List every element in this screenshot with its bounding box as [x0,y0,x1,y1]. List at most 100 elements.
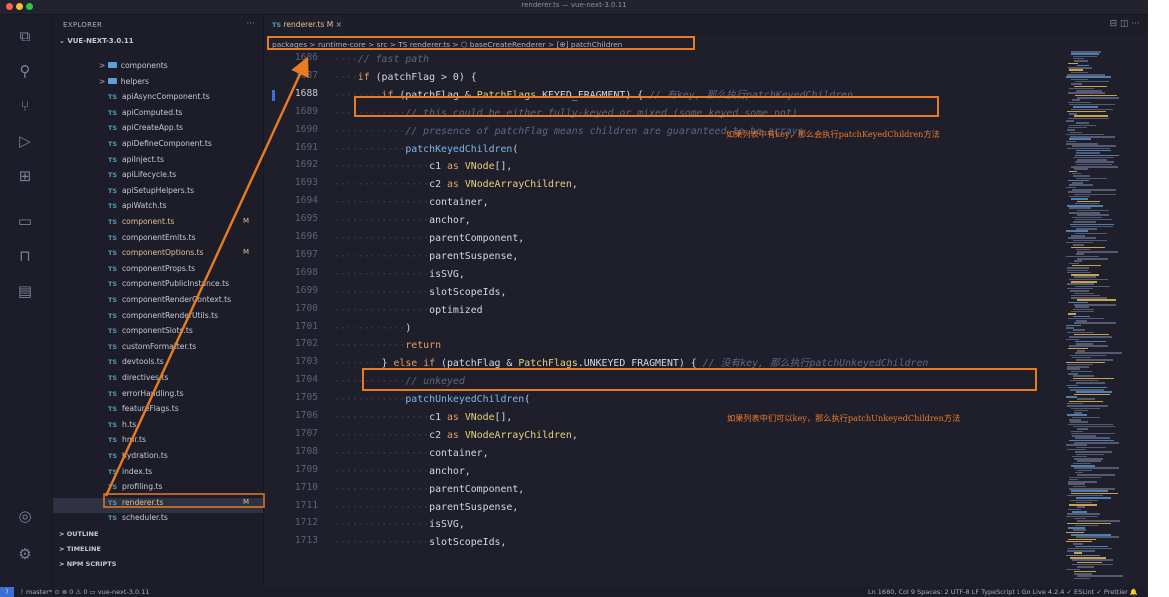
code-line[interactable]: ················optimized [334,302,483,319]
bookmarks-icon[interactable]: ⊓ [14,245,36,267]
tree-file[interactable]: TS apiCreateApp.ts [53,123,263,139]
tree-file[interactable]: TS featureFlags.ts [53,404,263,420]
code-line[interactable]: ················slotScopeIds, [334,534,506,551]
tree-file[interactable]: TS apiDefineComponent.ts [53,139,263,155]
tree-file[interactable]: TS devtools.ts [53,357,263,373]
tree-file[interactable]: TS apiLifecycle.ts [53,170,263,186]
tree-file[interactable]: TS apiComputed.ts [53,108,263,124]
timeline-section[interactable]: > TIMELINE [59,545,101,553]
remote-indicator-icon[interactable]: ⟩ [0,587,14,597]
more-actions-icon[interactable]: ··· [246,19,255,29]
tree-file[interactable]: TS profiling.ts [53,482,263,498]
tree-file[interactable]: TS componentSlots.ts [53,326,263,342]
minimap-line [1067,414,1087,416]
status-left[interactable]: ᚹ master* ⊙ ⊗ 0 ⚠ 0 ▭ vue-next-3.0.11 [20,587,149,597]
minimap-line [1068,527,1085,529]
source-control-icon[interactable]: ⑂ [14,95,36,117]
layout-icon[interactable]: ◫ [1120,19,1129,29]
account-icon[interactable]: ◎ [14,505,36,527]
tree-file[interactable]: TS index.ts [53,467,263,483]
tree-item-label: apiInject.ts [122,154,164,164]
code-line[interactable]: ············patchUnkeyedChildren( [334,391,530,408]
tree-file[interactable]: TS componentRenderContext.ts [53,295,263,311]
minimap-line [1073,529,1086,531]
line-number: 1690 [294,123,318,135]
code-line[interactable]: ················slotScopeIds, [334,284,506,301]
npm-scripts-section[interactable]: > NPM SCRIPTS [59,560,116,568]
tree-file[interactable]: TS apiAsyncComponent.ts [53,92,263,108]
minimap-line [1070,379,1098,382]
tree-file[interactable]: TS componentEmits.ts [53,233,263,249]
tree-file[interactable]: TS apiInject.ts [53,155,263,171]
remote-explorer-icon[interactable]: ▭ [14,210,36,232]
minimap-line [1073,221,1096,223]
breadcrumb[interactable]: packages > runtime-core > src > TS rende… [267,36,695,50]
minimap-line [1076,248,1090,251]
minimap-line [1075,161,1114,163]
tree-file[interactable]: TS apiSetupHelpers.ts [53,186,263,202]
code-line[interactable]: ················anchor, [334,463,471,480]
code-line[interactable]: ················c1 as VNode[], [334,158,512,175]
minimap-line [1076,152,1100,154]
tree-file[interactable]: TS errorHandling.ts [53,389,263,405]
tree-folder[interactable]: > components [53,61,263,77]
minimap[interactable] [1060,51,1148,587]
code-line[interactable]: ················parentSuspense, [334,499,518,516]
code-line[interactable]: ················c2 as VNodeArrayChildren… [334,176,578,193]
code-line[interactable]: ················parentComponent, [334,481,524,498]
run-debug-icon[interactable]: ▷ [14,130,36,152]
files-icon[interactable]: ⧉ [14,25,36,47]
tree-file[interactable]: TS directives.ts [53,373,263,389]
workspace-root[interactable]: ⌄ VUE-NEXT-3.0.11 [59,37,134,45]
minimap-line [1075,437,1110,439]
tree-file[interactable]: TS renderer.ts M [53,497,263,514]
code-line[interactable]: ················isSVG, [334,266,465,283]
minimap-line [1071,310,1094,313]
split-editor-icon[interactable]: ⊟ [1110,19,1118,29]
settings-gear-icon[interactable]: ⚙ [14,543,36,565]
tree-file[interactable]: TS componentOptions.ts M [53,248,263,264]
code-line[interactable]: ················c1 as VNode[], [334,409,512,426]
code-line[interactable]: ················c2 as VNodeArrayChildren… [334,427,578,444]
tree-file[interactable]: TS apiWatch.ts [53,201,263,217]
code-line[interactable]: ····// fast path [334,51,429,68]
tree-file[interactable]: TS customFormatter.ts [53,342,263,358]
tab-label: renderer.ts [283,20,325,29]
line-number: 1696 [294,231,318,242]
tree-file[interactable]: TS component.ts M [53,217,263,233]
search-icon[interactable]: ⚲ [14,60,36,82]
line-number: 1699 [294,284,318,296]
code-line[interactable]: ············) [334,320,411,337]
minimap-line [1077,209,1109,212]
minimap-line [1066,444,1087,446]
tab-renderer-ts[interactable]: TS renderer.ts M × [264,15,344,35]
minimap-line [1071,370,1092,373]
tree-file[interactable]: TS hydration.ts [53,451,263,467]
line-number: 1697 [294,248,318,260]
status-right[interactable]: Ln 1680, Col 9 Spaces: 2 UTF-8 LF TypeSc… [868,587,1138,597]
code-line[interactable]: ············return [334,337,441,354]
code-line[interactable]: ················container, [334,445,489,462]
tab-close-icon[interactable]: × [336,20,342,29]
code-line[interactable]: ················anchor, [334,212,471,229]
outline-section[interactable]: > OUTLINE [59,530,98,538]
minimap-line [1070,136,1115,138]
code-line[interactable]: ················container, [334,194,489,211]
minimap-line [1071,407,1100,409]
tree-file[interactable]: TS componentProps.ts [53,264,263,280]
tree-file[interactable]: TS h.ts [53,420,263,436]
code-line[interactable]: ····if (patchFlag > 0) { [334,69,477,86]
tree-folder[interactable]: > helpers [53,77,263,93]
code-line[interactable]: ················isSVG, [334,516,465,533]
extensions-icon[interactable]: ⊞ [14,165,36,187]
minimap-line [1075,285,1110,288]
more-editor-actions-icon[interactable]: ··· [1131,19,1140,29]
code-line[interactable]: ············patchKeyedChildren( [334,141,518,158]
code-line[interactable]: ················parentSuspense, [334,248,518,265]
tree-file[interactable]: TS componentPublicInstance.ts [53,279,263,295]
code-line[interactable]: ················parentComponent, [334,230,524,247]
tree-file[interactable]: TS componentRenderUtils.ts [53,311,263,327]
tree-file[interactable]: TS scheduler.ts [53,513,263,529]
folder-icon[interactable]: ▤ [14,280,36,302]
tree-file[interactable]: TS hmr.ts [53,435,263,451]
